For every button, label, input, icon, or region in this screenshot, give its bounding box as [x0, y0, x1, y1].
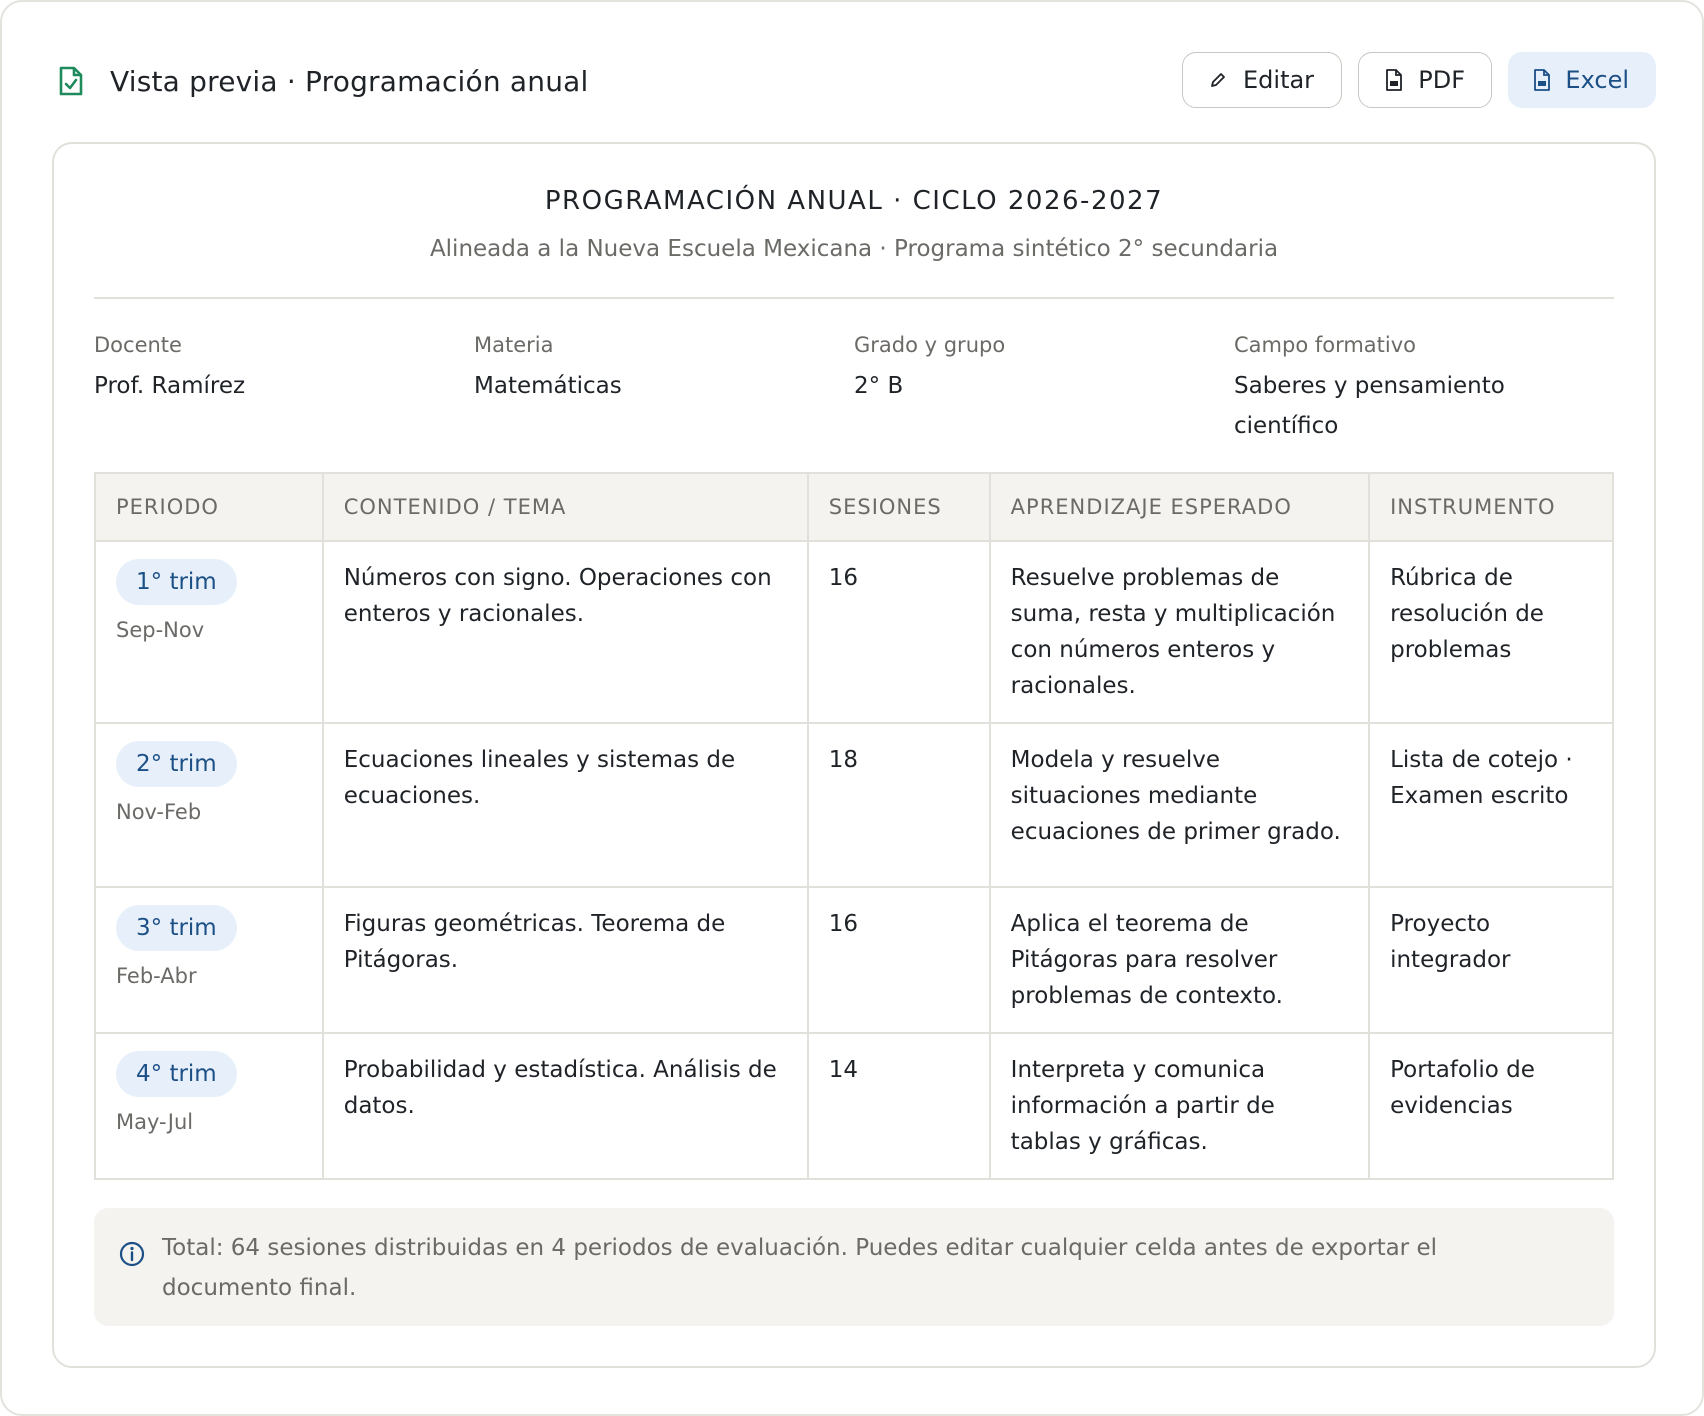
sessions-cell[interactable]: 18: [806, 722, 991, 888]
column-header-sessions: SESIONES: [806, 472, 991, 542]
meta-field: Campo formativo Saberes y pensamiento ci…: [1234, 330, 1614, 446]
edit-button[interactable]: Editar: [1182, 52, 1342, 108]
meta-label: Grado y grupo: [854, 333, 1006, 357]
period-range: Sep-Nov: [116, 618, 205, 642]
summary-note: Total: 64 sesiones distribuidas en 4 per…: [94, 1208, 1614, 1326]
learning-cell[interactable]: Resuelve problemas de suma, resta y mult…: [988, 540, 1371, 724]
document-subtitle: Alineada a la Nueva Escuela Mexicana · P…: [429, 236, 1279, 262]
period-cell[interactable]: 4° trim May-Jul: [94, 1032, 324, 1180]
instrument-cell[interactable]: Rúbrica de resolución de problemas: [1368, 540, 1614, 724]
column-header-instrument: INSTRUMENTO: [1368, 472, 1614, 542]
instrument-cell[interactable]: Lista de cotejo · Examen escrito: [1368, 722, 1614, 888]
sessions-cell[interactable]: 14: [806, 1032, 991, 1180]
period-cell[interactable]: 3° trim Feb-Abr: [94, 886, 324, 1034]
period-badge: 4° trim: [116, 1051, 237, 1097]
document-preview: PROGRAMACIÓN ANUAL · CICLO 2026-2027 Ali…: [52, 142, 1656, 1368]
period-badge: 2° trim: [116, 741, 237, 787]
pencil-icon: [1207, 69, 1229, 91]
period-range: Feb-Abr: [116, 964, 197, 988]
meta-value: Saberes y pensamiento científico: [1234, 373, 1505, 439]
period-range: Nov-Feb: [116, 800, 202, 824]
document-title: PROGRAMACIÓN ANUAL · CICLO 2026-2027: [544, 186, 1164, 216]
period-badge: 3° trim: [116, 905, 237, 951]
divider: [94, 297, 1614, 299]
content-cell[interactable]: Ecuaciones lineales y sistemas de ecuaci…: [321, 722, 809, 888]
learning-cell[interactable]: Modela y resuelve situaciones mediante e…: [988, 722, 1371, 888]
sessions-cell[interactable]: 16: [806, 540, 991, 724]
edit-button-label: Editar: [1243, 66, 1315, 94]
table-row: 3° trim Feb-Abr Figuras geométricas. Teo…: [94, 886, 1614, 1034]
content-cell[interactable]: Figuras geométricas. Teorema de Pitágora…: [321, 886, 809, 1034]
preview-window: Vista previa · Programación anual Editar: [0, 0, 1704, 1416]
instrument-cell[interactable]: Proyecto integrador: [1368, 886, 1614, 1034]
table-row: 1° trim Sep-Nov Números con signo. Opera…: [94, 540, 1614, 724]
table-row: 4° trim May-Jul Probabilidad y estadísti…: [94, 1032, 1614, 1180]
excel-button-label: Excel: [1565, 66, 1629, 94]
learning-cell[interactable]: Interpreta y comunica información a part…: [988, 1032, 1371, 1180]
column-header-content: CONTENIDO / TEMA: [321, 472, 809, 542]
meta-value: 2° B: [854, 373, 904, 399]
meta-subject: Materia Matemáticas: [474, 330, 854, 446]
period-range: May-Jul: [116, 1110, 194, 1134]
period-cell[interactable]: 2° trim Nov-Feb: [94, 722, 324, 888]
meta-value: Prof. Ramírez: [94, 373, 246, 399]
annual-plan-table: PERIODO CONTENIDO / TEMA SESIONES APREND…: [94, 472, 1614, 1180]
content-cell[interactable]: Probabilidad y estadística. Análisis de …: [321, 1032, 809, 1180]
meta-label: Campo formativo: [1234, 333, 1417, 357]
table-row: 2° trim Nov-Feb Ecuaciones lineales y si…: [94, 722, 1614, 888]
table-header-row: PERIODO CONTENIDO / TEMA SESIONES APREND…: [94, 472, 1614, 542]
excel-export-button[interactable]: Excel: [1508, 52, 1656, 108]
file-check-icon: [56, 66, 86, 96]
page-title: Vista previa · Programación anual: [110, 64, 589, 98]
meta-grade-group: Grado y grupo 2° B: [854, 330, 1234, 446]
header-actions: Editar PDF Excel: [1182, 52, 1656, 108]
pdf-button-label: PDF: [1418, 66, 1465, 94]
summary-text: Total: 64 sesiones distribuidas en 4 per…: [162, 1235, 1437, 1301]
meta-label: Docente: [94, 333, 182, 357]
instrument-cell[interactable]: Portafolio de evidencias: [1368, 1032, 1614, 1180]
file-pdf-icon: [1383, 69, 1404, 91]
content-cell[interactable]: Números con signo. Operaciones con enter…: [321, 540, 809, 724]
preview-header: Vista previa · Programación anual Editar: [56, 52, 1656, 110]
column-header-learning: APRENDIZAJE ESPERADO: [988, 472, 1371, 542]
sessions-cell[interactable]: 16: [806, 886, 991, 1034]
info-icon: [118, 1240, 146, 1268]
column-header-period: PERIODO: [94, 472, 324, 542]
period-cell[interactable]: 1° trim Sep-Nov: [94, 540, 324, 724]
file-xls-icon: [1533, 69, 1551, 91]
pdf-export-button[interactable]: PDF: [1358, 52, 1492, 108]
learning-cell[interactable]: Aplica el teorema de Pitágoras para reso…: [988, 886, 1371, 1034]
meta-label: Materia: [474, 333, 554, 357]
meta-value: Matemáticas: [474, 373, 622, 399]
document-meta: Docente Prof. Ramírez Materia Matemática…: [94, 330, 1614, 446]
meta-teacher: Docente Prof. Ramírez: [94, 330, 474, 446]
period-badge: 1° trim: [116, 559, 237, 605]
